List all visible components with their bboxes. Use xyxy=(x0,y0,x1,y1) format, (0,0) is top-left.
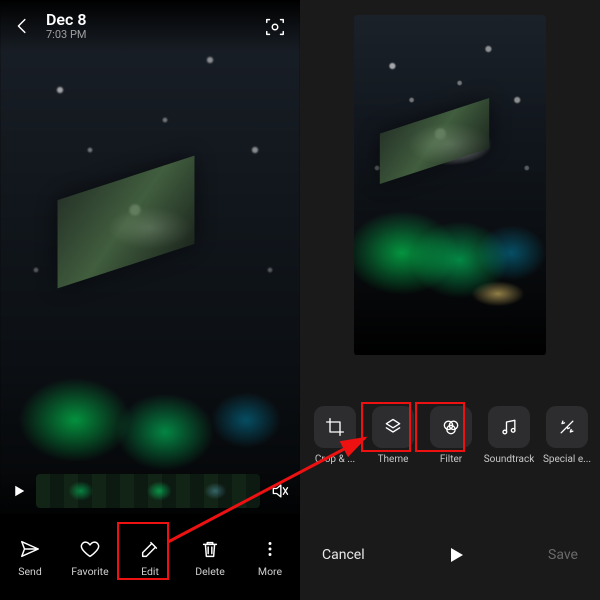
viewer-header: Dec 8 7:03 PM xyxy=(0,0,300,52)
favorite-label: Favorite xyxy=(71,565,108,578)
video-scrubber[interactable] xyxy=(36,474,260,508)
special-label: Special e... xyxy=(543,454,591,465)
delete-label: Delete xyxy=(195,565,225,578)
mute-button[interactable] xyxy=(268,479,292,503)
theme-label: Theme xyxy=(378,454,409,465)
theme-tool[interactable]: Theme xyxy=(370,406,416,465)
video-timeline-bar xyxy=(0,468,300,514)
play-button[interactable] xyxy=(8,480,30,502)
viewer-title-block: Dec 8 7:03 PM xyxy=(46,11,87,41)
music-icon xyxy=(488,406,530,448)
viewer-time: 7:03 PM xyxy=(46,29,87,41)
send-label: Send xyxy=(18,565,42,578)
soundtrack-tool[interactable]: Soundtrack xyxy=(486,406,532,465)
editor-preview-image xyxy=(354,15,546,355)
trash-icon xyxy=(198,537,222,561)
edit-icon xyxy=(138,537,162,561)
favorite-button[interactable]: Favorite xyxy=(63,537,117,578)
theme-icon xyxy=(372,406,414,448)
lens-button[interactable] xyxy=(262,14,288,40)
delete-button[interactable]: Delete xyxy=(183,537,237,578)
viewer-panel: Dec 8 7:03 PM xyxy=(0,0,300,600)
special-effects-tool[interactable]: Special e... xyxy=(544,406,590,465)
soundtrack-label: Soundtrack xyxy=(484,454,535,465)
filter-tool[interactable]: Filter xyxy=(428,406,474,465)
editor-tool-row: Crop & ... Theme Filter xyxy=(300,406,600,465)
editor-preview-area xyxy=(300,0,600,370)
send-icon xyxy=(18,537,42,561)
filter-icon xyxy=(430,406,472,448)
edit-label: Edit xyxy=(141,565,159,578)
editor-panel: Crop & ... Theme Filter xyxy=(300,0,600,600)
edit-button[interactable]: Edit xyxy=(123,537,177,578)
cancel-button[interactable]: Cancel xyxy=(322,547,365,563)
editor-preview[interactable] xyxy=(354,15,546,355)
crop-icon xyxy=(314,406,356,448)
editor-bottom-bar: Cancel Save xyxy=(300,510,600,600)
more-label: More xyxy=(258,565,282,578)
back-button[interactable] xyxy=(10,13,36,39)
more-button[interactable]: More xyxy=(243,537,297,578)
crop-label: Crop & ... xyxy=(315,454,355,465)
sparkle-icon xyxy=(546,406,588,448)
viewer-date: Dec 8 xyxy=(46,11,87,29)
filter-label: Filter xyxy=(440,454,462,465)
crop-tool[interactable]: Crop & ... xyxy=(312,406,358,465)
save-button[interactable]: Save xyxy=(548,547,578,563)
viewer-action-bar: Send Favorite Edit Delete xyxy=(0,514,300,600)
more-icon xyxy=(258,537,282,561)
heart-icon xyxy=(78,537,102,561)
editor-play-button[interactable] xyxy=(441,540,471,570)
send-button[interactable]: Send xyxy=(3,537,57,578)
